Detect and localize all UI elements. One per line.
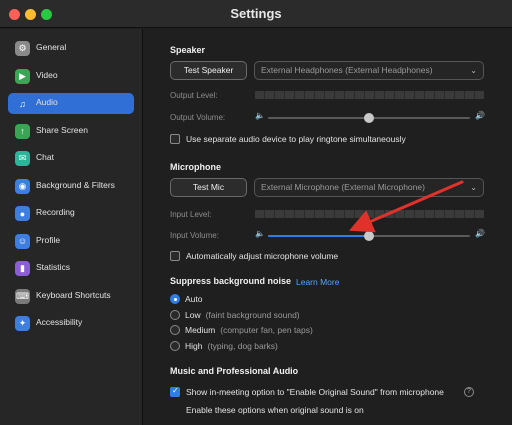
input-volume-slider[interactable] [268, 231, 470, 241]
output-volume-knob[interactable] [364, 113, 374, 123]
chat-icon: ✉ [15, 151, 30, 166]
music-section-title: Music and Professional Audio [170, 366, 299, 376]
output-volume-slider[interactable] [268, 113, 470, 123]
separate-ringtone-label: Use separate audio device to play ringto… [186, 134, 406, 144]
noise-option-label: High (typing, dog barks) [185, 341, 278, 351]
noise-option-name: High [185, 340, 203, 351]
noise-radio-auto[interactable] [170, 294, 180, 304]
video-icon: ▶ [15, 68, 30, 84]
sidebar: ⚙ General ▶ Video ♫ Audio ↑ Share Screen ✉ Chat ◉ B… [0, 29, 143, 425]
auto-adjust-mic-checkbox[interactable] [170, 251, 180, 261]
noise-option-label: Auto [185, 294, 208, 304]
noise-radio-low[interactable] [170, 309, 180, 320]
input-volume-label: Input Volume: [170, 231, 219, 240]
sidebar-item-label: Recording [36, 207, 75, 217]
noise-option-desc: (faint background sound) [205, 309, 300, 320]
noise-option-desc: (computer fan, pen taps) [220, 325, 313, 335]
microphone-device-select[interactable]: External Microphone (External Microphone… [254, 178, 484, 197]
original-sound-subtext: Enable these options when original sound… [186, 405, 364, 415]
sidebar-item-share-screen[interactable]: ↑ Share Screen [8, 121, 134, 142]
sidebar-item-label: Profile [36, 234, 61, 245]
sidebar-item-accessibility[interactable]: ✦ Accessibility [8, 313, 134, 334]
sidebar-item-audio[interactable]: ♫ Audio [8, 93, 134, 114]
test-mic-button[interactable]: Test Mic [170, 178, 247, 197]
input-volume-fill [268, 235, 369, 237]
sidebar-item-label: Audio [36, 97, 58, 107]
separate-ringtone-checkbox[interactable] [170, 134, 180, 144]
noise-radio-high[interactable] [170, 340, 180, 351]
output-level-meter [255, 91, 484, 99]
speaker-device-select[interactable]: External Headphones (External Headphones… [254, 61, 484, 80]
sidebar-item-label: General [36, 42, 67, 52]
sidebar-item-label: Statistics [36, 262, 71, 272]
keyboard-icon: ⌨ [15, 288, 30, 304]
sidebar-item-statistics[interactable]: ▮ Statistics [8, 258, 134, 279]
noise-radio-medium[interactable] [170, 325, 180, 335]
noise-option-name: Medium [185, 325, 216, 335]
noise-option-label: Low (faint background sound) [185, 310, 300, 320]
noise-option-desc: (typing, dog barks) [207, 340, 278, 351]
learn-more-link[interactable]: Learn More [296, 277, 339, 287]
output-level-label: Output Level: [170, 91, 218, 100]
sidebar-item-recording[interactable]: ● Recording [8, 203, 134, 224]
volume-high-icon: 🔊 [475, 111, 485, 120]
test-speaker-button[interactable]: Test Speaker [170, 61, 247, 80]
noise-section-title: Suppress background noise [170, 276, 292, 286]
accessibility-icon: ✦ [15, 316, 30, 331]
speaker-device-value: External Headphones (External Headphones… [261, 65, 433, 75]
share-screen-icon: ↑ [15, 123, 30, 139]
sidebar-item-label: Background & Filters [36, 179, 115, 190]
statistics-icon: ▮ [15, 261, 30, 276]
volume-high-icon: 🔊 [475, 229, 485, 238]
help-icon[interactable]: ? [464, 387, 474, 397]
recording-icon: ● [15, 206, 30, 221]
window-title: Settings [230, 6, 282, 21]
chevron-down-icon: ⌄ [470, 66, 477, 75]
input-level-label: Input Level: [170, 210, 212, 219]
volume-low-icon: 🔈 [255, 111, 265, 120]
output-volume-label: Output Volume: [170, 113, 226, 122]
profile-icon: ☺ [15, 233, 30, 249]
sidebar-item-label: Share Screen [36, 124, 88, 135]
sidebar-item-profile[interactable]: ☺ Profile [8, 231, 134, 252]
sidebar-item-video[interactable]: ▶ Video [8, 66, 134, 87]
speaker-section-title: Speaker [170, 45, 206, 55]
noise-option-name: Low [185, 309, 201, 320]
original-sound-checkbox[interactable] [170, 386, 180, 397]
sidebar-item-label: Keyboard Shortcuts [36, 289, 111, 300]
sidebar-item-label: Video [36, 69, 58, 80]
microphone-device-value: External Microphone (External Microphone… [261, 182, 425, 192]
chevron-down-icon: ⌄ [470, 183, 477, 192]
audio-settings-panel: Speaker Test Speaker External Headphones… [144, 29, 512, 425]
sidebar-item-background-filters[interactable]: ◉ Background & Filters [8, 176, 134, 197]
auto-adjust-mic-label: Automatically adjust microphone volume [186, 251, 339, 261]
sidebar-item-label: Accessibility [36, 317, 83, 327]
microphone-section-title: Microphone [170, 162, 221, 172]
title-bar: Settings [0, 0, 512, 28]
sidebar-item-keyboard-shortcuts[interactable]: ⌨ Keyboard Shortcuts [8, 286, 134, 307]
noise-option-name: Auto [185, 294, 203, 304]
sidebar-item-general[interactable]: ⚙ General [8, 38, 134, 59]
input-volume-knob[interactable] [364, 231, 374, 241]
volume-low-icon: 🔈 [255, 229, 265, 238]
person-icon: ◉ [15, 178, 30, 194]
sidebar-item-label: Chat [36, 152, 54, 162]
sidebar-item-chat[interactable]: ✉ Chat [8, 148, 134, 169]
gear-icon: ⚙ [15, 41, 30, 56]
original-sound-label: Show in-meeting option to "Enable Origin… [186, 387, 444, 397]
headphones-icon: ♫ [15, 96, 30, 111]
noise-option-label: Medium (computer fan, pen taps) [185, 325, 313, 335]
input-level-meter [255, 210, 484, 218]
